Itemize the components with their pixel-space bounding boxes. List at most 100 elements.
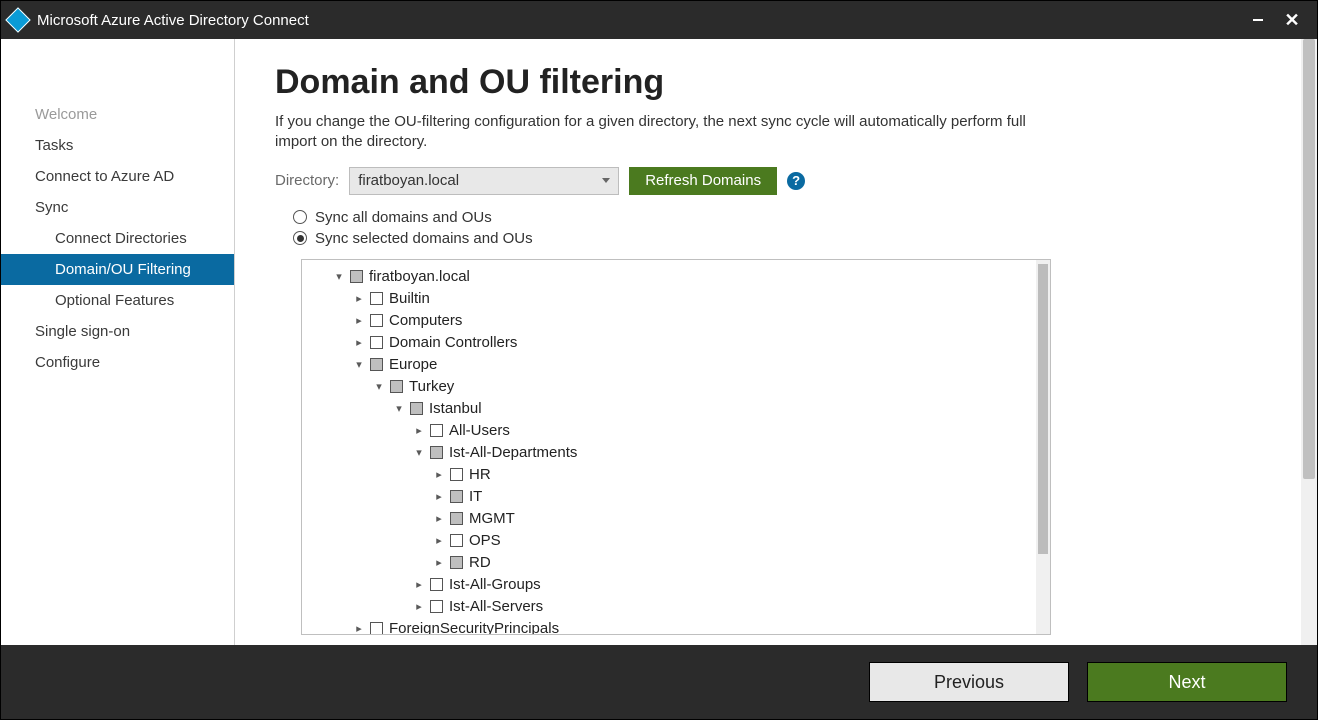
tree-node-label: HR [469, 466, 491, 483]
checkbox[interactable] [410, 402, 423, 415]
expand-closed-icon[interactable]: ▸ [414, 424, 424, 437]
tree-node[interactable]: ▸Domain Controllers [312, 332, 1050, 354]
tree-node[interactable]: ▸ Ist-All-Groups [312, 574, 1050, 596]
scrollbar-thumb[interactable] [1303, 39, 1315, 479]
ou-tree: ▾ firatboyan.local ▸ Builtin ▸ Computers ▸Doma… [301, 259, 1051, 635]
checkbox[interactable] [450, 512, 463, 525]
checkbox[interactable] [370, 336, 383, 349]
sidebar-item-optional-features[interactable]: Optional Features [1, 285, 234, 316]
tree-node[interactable]: ▸ All-Users [312, 420, 1050, 442]
help-icon[interactable]: ? [787, 172, 805, 190]
sidebar-item-sync[interactable]: Sync [1, 192, 234, 223]
tree-node[interactable]: ▸MGMT [312, 508, 1050, 530]
tree-node[interactable]: ▾Turkey [312, 376, 1050, 398]
tree-node[interactable]: ▸ Builtin [312, 288, 1050, 310]
tree-node-label: Ist-All-Servers [449, 598, 543, 615]
tree-node-label: Europe [389, 356, 437, 373]
checkbox[interactable] [370, 622, 383, 635]
checkbox[interactable] [370, 358, 383, 371]
close-button[interactable]: ✕ [1275, 1, 1309, 39]
expand-open-icon[interactable]: ▾ [394, 402, 404, 415]
chevron-down-icon [602, 178, 610, 183]
radio-sync-selected[interactable]: Sync selected domains and OUs [293, 230, 1277, 247]
expand-closed-icon[interactable]: ▸ [354, 622, 364, 635]
checkbox[interactable] [370, 292, 383, 305]
tree-node[interactable]: ▾ Ist-All-Departments [312, 442, 1050, 464]
tree-node-label: firatboyan.local [369, 268, 470, 285]
radio-all-label: Sync all domains and OUs [315, 209, 492, 226]
expand-open-icon[interactable]: ▾ [334, 270, 344, 283]
title-bar: Microsoft Azure Active Directory Connect… [1, 1, 1317, 39]
sidebar-item-domain-ou-filtering[interactable]: Domain/OU Filtering [1, 254, 234, 285]
checkbox[interactable] [430, 578, 443, 591]
expand-closed-icon[interactable]: ▸ [414, 600, 424, 613]
window-title: Microsoft Azure Active Directory Connect [37, 12, 1241, 29]
checkbox[interactable] [430, 600, 443, 613]
tree-node[interactable]: ▾ Istanbul [312, 398, 1050, 420]
tree-node[interactable]: ▸ Computers [312, 310, 1050, 332]
tree-node[interactable]: ▸ HR [312, 464, 1050, 486]
sidebar-item-configure[interactable]: Configure [1, 347, 234, 378]
expand-open-icon[interactable]: ▾ [374, 380, 384, 393]
previous-button[interactable]: Previous [869, 662, 1069, 702]
page-title: Domain and OU filtering [275, 63, 1277, 102]
tree-scrollbar[interactable] [1036, 260, 1050, 634]
sidebar-item-tasks[interactable]: Tasks [1, 130, 234, 161]
app-icon [5, 7, 30, 32]
sidebar-item-connect-directories[interactable]: Connect Directories [1, 223, 234, 254]
tree-node-label: ForeignSecurityPrincipals [389, 620, 559, 635]
checkbox[interactable] [430, 424, 443, 437]
expand-closed-icon[interactable]: ▸ [354, 292, 364, 305]
sidebar-item-single-sign-on[interactable]: Single sign-on [1, 316, 234, 347]
tree-node[interactable]: ▸IT [312, 486, 1050, 508]
checkbox[interactable] [450, 468, 463, 481]
tree-node-label: Builtin [389, 290, 430, 307]
tree-node-label: Ist-All-Groups [449, 576, 541, 593]
tree-node[interactable]: ▸ RD [312, 552, 1050, 574]
directory-value: firatboyan.local [358, 172, 459, 189]
wizard-footer: Previous Next [1, 645, 1317, 719]
minimize-icon [1253, 19, 1263, 21]
tree-node-label: All-Users [449, 422, 510, 439]
checkbox[interactable] [450, 490, 463, 503]
checkbox[interactable] [370, 314, 383, 327]
directory-select[interactable]: firatboyan.local [349, 167, 619, 195]
expand-closed-icon[interactable]: ▸ [434, 468, 444, 481]
tree-node[interactable]: ▾ Europe [312, 354, 1050, 376]
app-window: Microsoft Azure Active Directory Connect… [0, 0, 1318, 720]
tree-node[interactable]: ▸OPS [312, 530, 1050, 552]
sidebar-item-welcome[interactable]: Welcome [1, 99, 234, 130]
expand-closed-icon[interactable]: ▸ [354, 336, 364, 349]
minimize-button[interactable] [1241, 1, 1275, 39]
tree-node[interactable]: ▾ firatboyan.local [312, 266, 1050, 288]
expand-open-icon[interactable]: ▾ [414, 446, 424, 459]
tree-node-label: Istanbul [429, 400, 482, 417]
main-pane: Domain and OU filtering If you change th… [235, 39, 1317, 645]
tree-node-label: Ist-All-Departments [449, 444, 577, 461]
checkbox[interactable] [350, 270, 363, 283]
main-scrollbar[interactable] [1301, 39, 1317, 645]
scrollbar-thumb[interactable] [1038, 264, 1048, 554]
sidebar-item-connect-to-azure-ad[interactable]: Connect to Azure AD [1, 161, 234, 192]
expand-closed-icon[interactable]: ▸ [434, 534, 444, 547]
tree-node[interactable]: ▸ ForeignSecurityPrincipals [312, 618, 1050, 635]
radio-icon [293, 231, 307, 245]
checkbox[interactable] [430, 446, 443, 459]
tree-node[interactable]: ▸ Ist-All-Servers [312, 596, 1050, 618]
radio-sync-all[interactable]: Sync all domains and OUs [293, 209, 1277, 226]
expand-closed-icon[interactable]: ▸ [434, 512, 444, 525]
checkbox[interactable] [390, 380, 403, 393]
radio-selected-label: Sync selected domains and OUs [315, 230, 533, 247]
checkbox[interactable] [450, 556, 463, 569]
tree-node-label: Computers [389, 312, 462, 329]
checkbox[interactable] [450, 534, 463, 547]
next-button[interactable]: Next [1087, 662, 1287, 702]
expand-closed-icon[interactable]: ▸ [434, 556, 444, 569]
tree-node-label: RD [469, 554, 491, 571]
expand-closed-icon[interactable]: ▸ [414, 578, 424, 591]
expand-closed-icon[interactable]: ▸ [434, 490, 444, 503]
refresh-domains-button[interactable]: Refresh Domains [629, 167, 777, 195]
expand-closed-icon[interactable]: ▸ [354, 314, 364, 327]
tree-body: ▾ firatboyan.local ▸ Builtin ▸ Computers ▸Doma… [302, 260, 1050, 635]
expand-open-icon[interactable]: ▾ [354, 358, 364, 371]
